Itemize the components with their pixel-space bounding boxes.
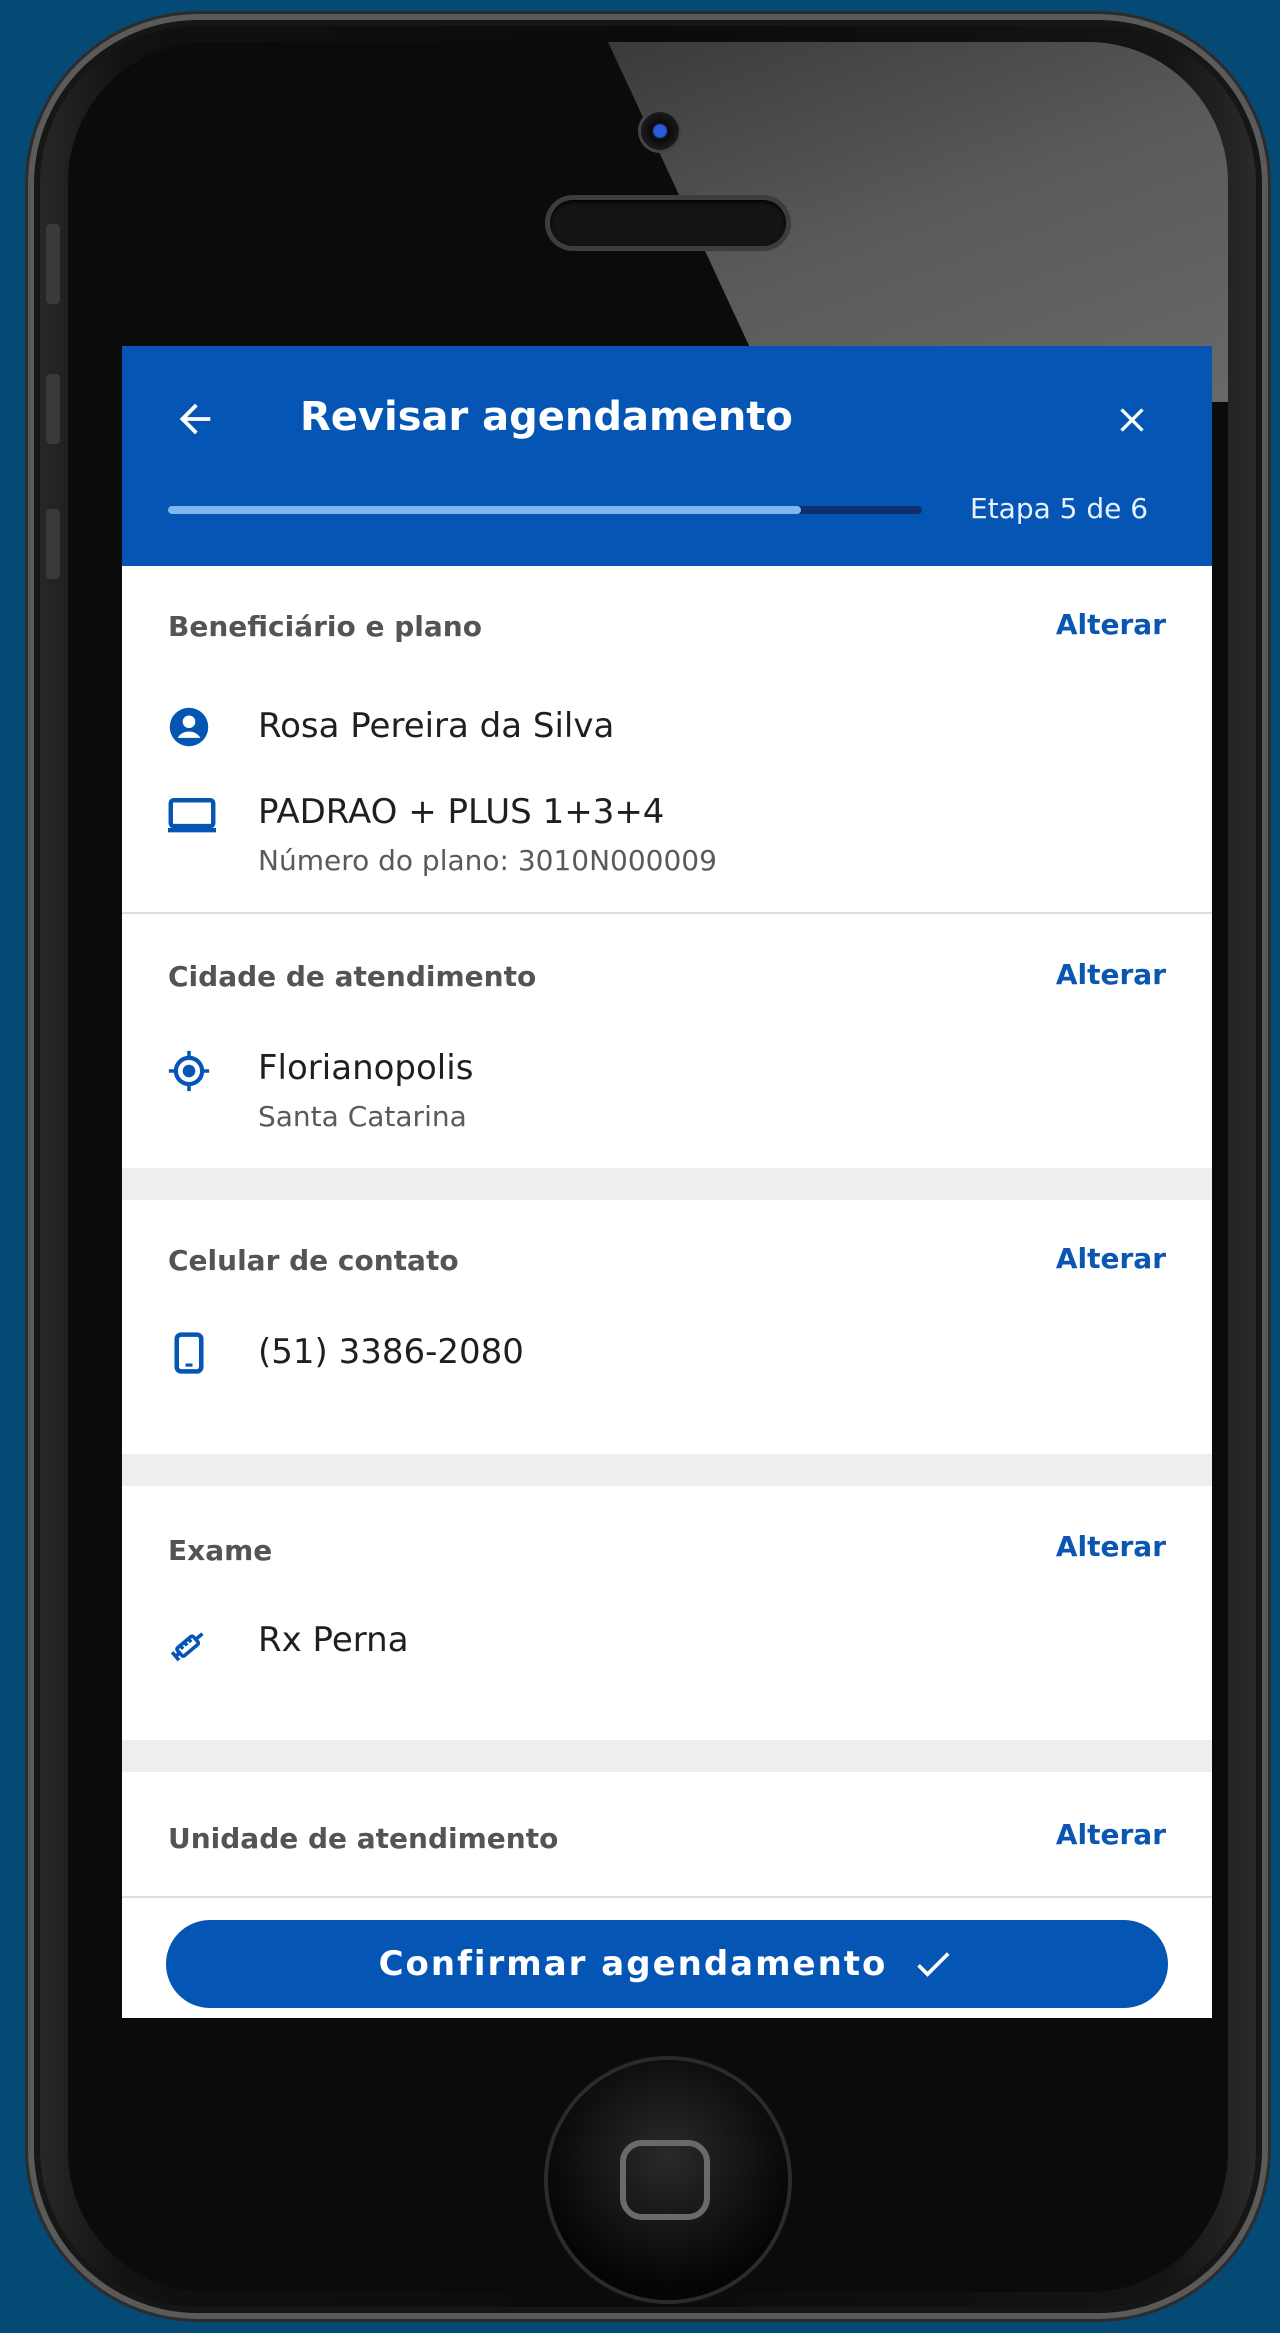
confirm-button-label: Confirmar agendamento [378, 1944, 888, 1984]
change-beneficiary-link[interactable]: Alterar [1056, 608, 1166, 641]
state-name: Santa Catarina [258, 1100, 467, 1133]
beneficiary-name: Rosa Pereira da Silva [258, 706, 615, 746]
volume-down-button [46, 509, 60, 579]
unit-section: Unidade de atendimento Alterar [122, 1772, 1212, 1896]
section-title: Unidade de atendimento [168, 1822, 559, 1855]
exam-section: Exame Alterar Rx Perna [122, 1486, 1212, 1724]
beneficiary-section: Beneficiário e plano Alterar Rosa Pereir… [122, 566, 1212, 916]
section-title: Beneficiário e plano [168, 610, 482, 643]
back-arrow-icon[interactable] [172, 396, 218, 442]
section-title: Cidade de atendimento [168, 960, 537, 993]
section-gap [122, 1740, 1212, 1772]
change-unit-link[interactable]: Alterar [1056, 1818, 1166, 1851]
change-exam-link[interactable]: Alterar [1056, 1530, 1166, 1563]
front-camera [641, 112, 679, 150]
plan-name: PADRAO + PLUS 1+3+4 [258, 792, 665, 832]
check-icon [917, 1952, 950, 1977]
mute-switch [46, 224, 60, 304]
syringe-icon [170, 1632, 204, 1662]
earpiece-speaker [550, 200, 786, 246]
step-label: Etapa 5 de 6 [970, 492, 1149, 525]
step-progress-bar [168, 506, 922, 514]
plan-number: Número do plano: 3010N000009 [258, 844, 717, 877]
confirm-appointment-button[interactable]: Confirmar agendamento [166, 1920, 1168, 2008]
app-header: Revisar agendamento Etapa 5 de 6 [122, 346, 1212, 566]
city-section: Cidade de atendimento Alterar Florianopo… [122, 914, 1212, 1152]
phone-section: Celular de contato Alterar (51) 3386-208… [122, 1200, 1212, 1438]
exam-name: Rx Perna [258, 1620, 409, 1660]
page-title: Revisar agendamento [300, 394, 793, 440]
volume-up-button [46, 374, 60, 444]
close-icon[interactable] [1112, 400, 1152, 440]
card-icon [168, 798, 216, 833]
section-gap [122, 1454, 1212, 1486]
app-screen: Revisar agendamento Etapa 5 de 6 Benefic… [122, 346, 1212, 2018]
smartphone-icon [174, 1332, 204, 1374]
step-progress-fill [168, 506, 802, 514]
location-target-icon [168, 1050, 210, 1092]
phone-number: (51) 3386-2080 [258, 1332, 524, 1372]
account-circle-icon [169, 707, 209, 747]
section-title: Exame [168, 1534, 273, 1567]
change-phone-link[interactable]: Alterar [1056, 1242, 1166, 1275]
section-gap [122, 1168, 1212, 1200]
change-city-link[interactable]: Alterar [1056, 958, 1166, 991]
section-title: Celular de contato [168, 1244, 459, 1277]
home-button[interactable] [548, 2060, 788, 2300]
city-name: Florianopolis [258, 1048, 474, 1088]
footer-divider [122, 1896, 1212, 1898]
